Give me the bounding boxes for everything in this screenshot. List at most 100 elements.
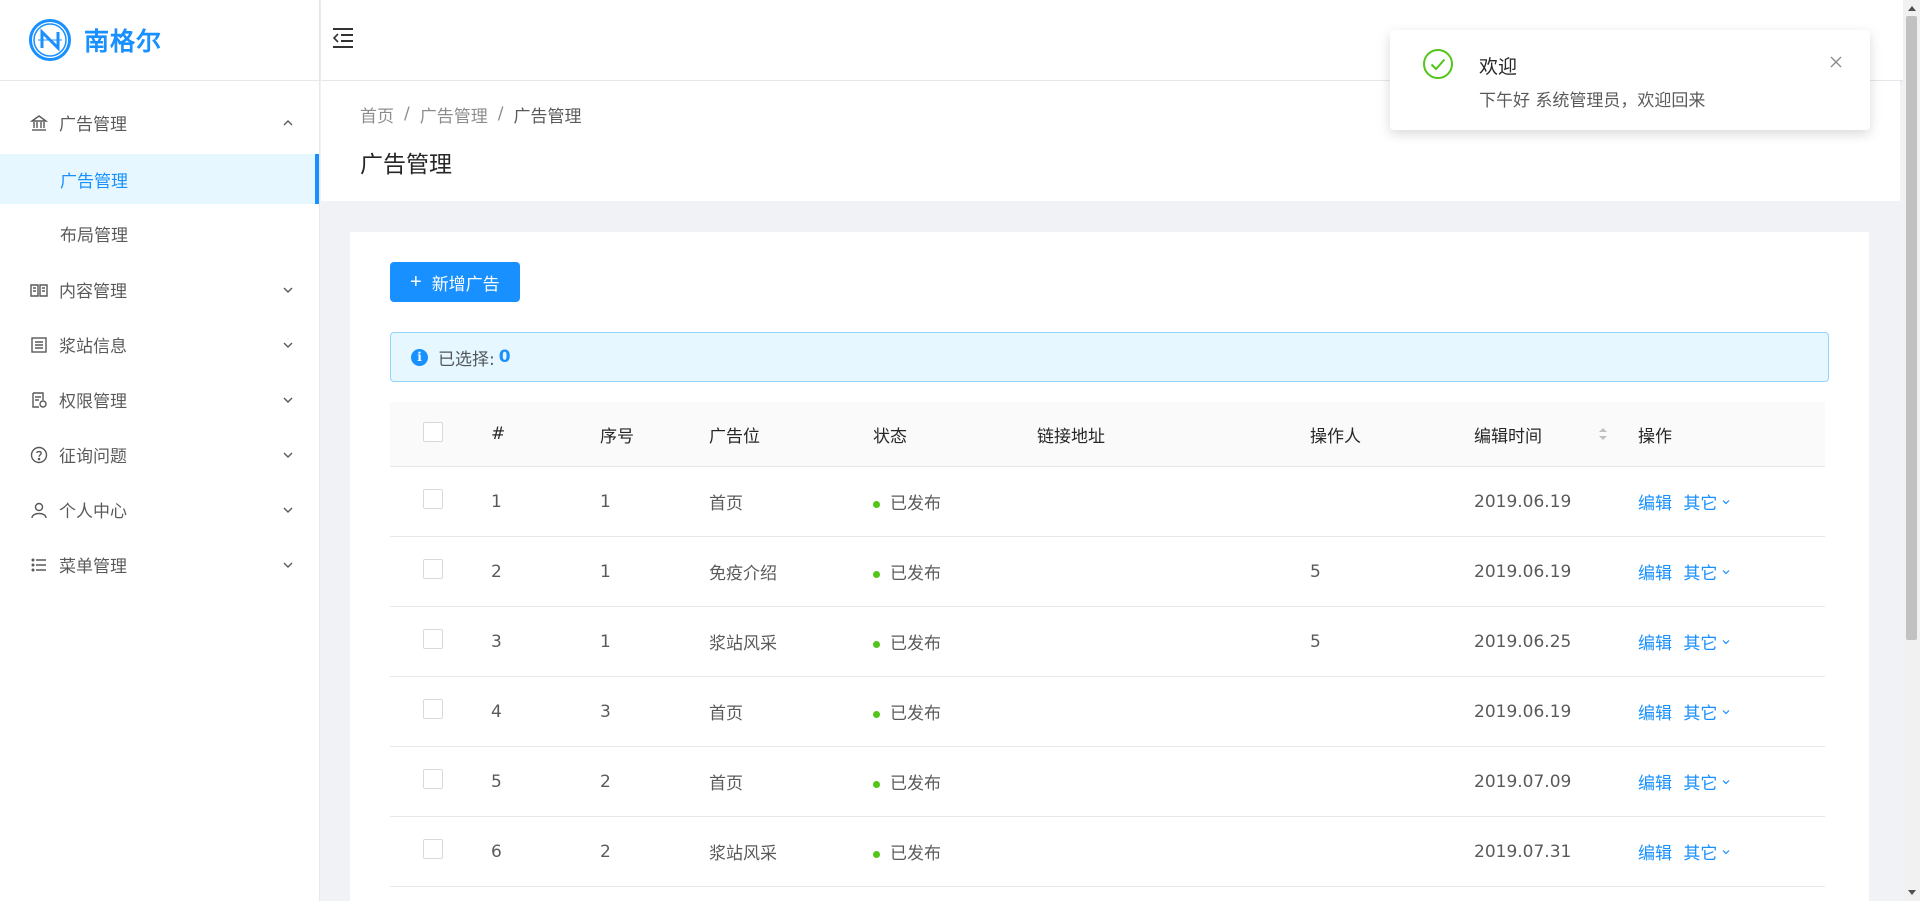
- status-text: 已发布: [890, 774, 941, 794]
- info-circle-icon: i: [411, 348, 428, 366]
- other-dropdown[interactable]: 其它: [1683, 629, 1732, 654]
- row-checkbox[interactable]: [423, 559, 443, 579]
- status-dot-icon: [873, 500, 880, 508]
- header-seq: 序号: [600, 426, 634, 447]
- add-ad-button[interactable]: + 新增广告: [390, 262, 520, 302]
- other-label: 其它: [1683, 774, 1718, 794]
- row-checkbox[interactable]: [423, 839, 443, 859]
- header-edit-time[interactable]: 编辑时间: [1458, 422, 1622, 447]
- selection-alert: i 已选择: 0: [390, 332, 1829, 382]
- sort-icon[interactable]: [1598, 427, 1608, 441]
- sidebar-item-content-management[interactable]: 内容管理: [0, 262, 319, 317]
- cell-edit-time: 2019.07.31: [1474, 841, 1572, 862]
- sidebar-subitem-layout-management[interactable]: 布局管理: [0, 208, 319, 258]
- cell-index: 1: [491, 491, 502, 512]
- cell-status: 已发布: [857, 699, 1021, 724]
- row-select: [390, 489, 475, 514]
- status-dot-icon: [873, 780, 880, 788]
- scroll-thumb[interactable]: [1906, 16, 1917, 640]
- other-label: 其它: [1683, 634, 1718, 654]
- chevron-down-icon: [281, 503, 295, 517]
- cell-actions: 编辑 其它: [1622, 699, 1825, 724]
- scroll-up-icon[interactable]: [1903, 0, 1920, 16]
- row-select: [390, 769, 475, 794]
- sidebar-subitem-ad-management[interactable]: 广告管理: [0, 154, 319, 204]
- cell-seq: 1: [600, 491, 611, 512]
- cell-actions: 编辑 其它: [1622, 559, 1825, 584]
- cell-edit-time: 2019.06.25: [1474, 631, 1572, 652]
- status-text: 已发布: [890, 844, 941, 864]
- header-status: 状态: [873, 426, 907, 447]
- cell-edit-time: 2019.06.19: [1474, 561, 1572, 582]
- edit-link[interactable]: 编辑: [1638, 564, 1672, 584]
- sidebar-item-menu-management[interactable]: 菜单管理: [0, 537, 319, 592]
- sidebar-item-label: 个人中心: [59, 502, 127, 522]
- status-text: 已发布: [890, 494, 941, 514]
- selection-label: 已选择:: [438, 349, 495, 370]
- logo[interactable]: 南格尔: [0, 0, 319, 81]
- chevron-down-icon: [1722, 569, 1730, 574]
- audit-icon: [29, 390, 49, 410]
- other-label: 其它: [1683, 844, 1718, 864]
- cell-position: 浆站风采: [709, 844, 777, 864]
- sidebar-item-permission-management[interactable]: 权限管理: [0, 372, 319, 427]
- breadcrumb-separator: /: [404, 104, 410, 124]
- cell-status: 已发布: [857, 839, 1021, 864]
- chevron-down-icon: [281, 338, 295, 352]
- other-dropdown[interactable]: 其它: [1683, 699, 1732, 724]
- table-header: # 序号 广告位 状态 链接地址 操作人 编辑时间 操作: [390, 402, 1825, 467]
- cell-actions: 编辑 其它: [1622, 839, 1825, 864]
- status-dot-icon: [873, 570, 880, 578]
- breadcrumb-home[interactable]: 首页: [360, 102, 394, 127]
- other-dropdown[interactable]: 其它: [1683, 839, 1732, 864]
- menu-fold-icon[interactable]: [329, 24, 357, 52]
- cell-actions: 编辑 其它: [1622, 769, 1825, 794]
- cell-position: 免疫介绍: [709, 564, 777, 584]
- breadcrumb-ad-management[interactable]: 广告管理: [420, 102, 488, 127]
- other-label: 其它: [1683, 494, 1718, 514]
- sidebar-item-ad-management[interactable]: 广告管理: [0, 95, 319, 150]
- row-checkbox[interactable]: [423, 769, 443, 789]
- profile-icon: [29, 335, 49, 355]
- page-scrollbar[interactable]: [1903, 0, 1920, 901]
- cell-index: 3: [491, 631, 502, 652]
- chevron-down-icon: [1722, 849, 1730, 854]
- sidebar-item-personal-center[interactable]: 个人中心: [0, 482, 319, 537]
- other-dropdown[interactable]: 其它: [1683, 769, 1732, 794]
- ad-table: # 序号 广告位 状态 链接地址 操作人 编辑时间 操作 1 1 首页 已发布 …: [390, 402, 1825, 887]
- table-row: 4 3 首页 已发布 2019.06.19 编辑 其它: [390, 677, 1825, 747]
- sidebar-subitem-label: 广告管理: [60, 171, 128, 192]
- row-checkbox[interactable]: [423, 489, 443, 509]
- table-row: 2 1 免疫介绍 已发布 5 2019.06.19 编辑 其它: [390, 537, 1825, 607]
- cell-index: 2: [491, 561, 502, 582]
- close-icon[interactable]: [1826, 52, 1846, 72]
- chevron-down-icon: [281, 558, 295, 572]
- sidebar-item-label: 权限管理: [59, 392, 127, 412]
- select-all-checkbox[interactable]: [423, 421, 443, 442]
- row-checkbox[interactable]: [423, 699, 443, 719]
- status-dot-icon: [873, 850, 880, 858]
- page-title: 广告管理: [360, 152, 452, 178]
- chevron-down-icon: [1722, 709, 1730, 714]
- cell-status: 已发布: [857, 769, 1021, 794]
- other-dropdown[interactable]: 其它: [1683, 559, 1732, 584]
- sidebar-item-station-info[interactable]: 浆站信息: [0, 317, 319, 372]
- edit-link[interactable]: 编辑: [1638, 494, 1672, 514]
- row-checkbox[interactable]: [423, 629, 443, 649]
- header-position: 广告位: [709, 426, 760, 447]
- chevron-down-icon: [1722, 639, 1730, 644]
- table-header-row: # 序号 广告位 状态 链接地址 操作人 编辑时间 操作: [390, 402, 1825, 467]
- other-dropdown[interactable]: 其它: [1683, 489, 1732, 514]
- edit-link[interactable]: 编辑: [1638, 634, 1672, 654]
- other-label: 其它: [1683, 564, 1718, 584]
- edit-link[interactable]: 编辑: [1638, 844, 1672, 864]
- edit-link[interactable]: 编辑: [1638, 704, 1672, 724]
- sidebar-subitem-label: 布局管理: [60, 225, 128, 246]
- cell-actions: 编辑 其它: [1622, 489, 1825, 514]
- logo-icon: [29, 19, 71, 61]
- sidebar-item-inquiry-questions[interactable]: 征询问题: [0, 427, 319, 482]
- sidebar-item-label: 广告管理: [59, 115, 127, 135]
- edit-link[interactable]: 编辑: [1638, 774, 1672, 794]
- scroll-down-icon[interactable]: [1903, 885, 1920, 901]
- table-row: 5 2 首页 已发布 2019.07.09 编辑 其它: [390, 747, 1825, 817]
